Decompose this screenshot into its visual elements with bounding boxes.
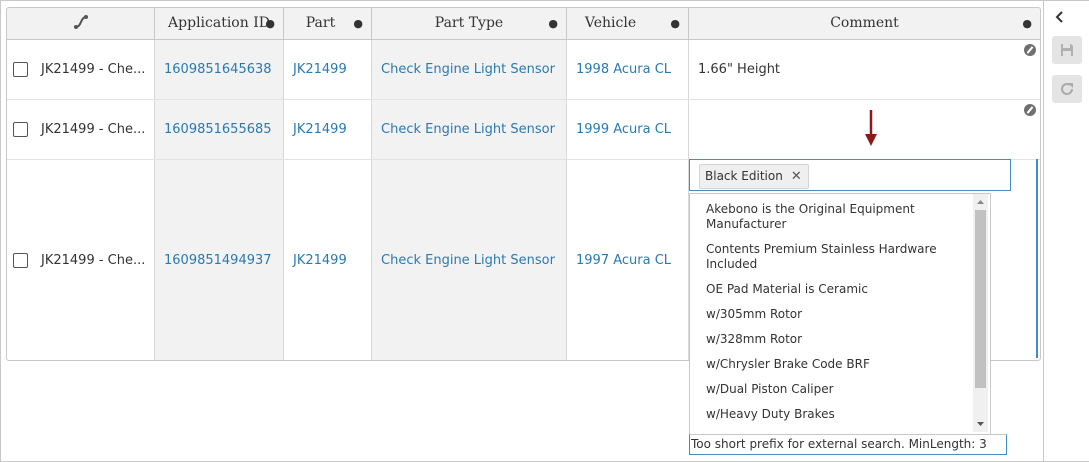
app-frame: Application ID ● Part ● Part Type ● Vehicle… xyxy=(0,0,1089,462)
row-name-cell: JK21499 - Che... xyxy=(7,160,155,360)
row-checkbox[interactable] xyxy=(13,62,28,77)
application-id-link[interactable]: 1609851645638 xyxy=(155,40,284,99)
dropdown-scrollbar[interactable] xyxy=(973,194,988,432)
dropdown-option[interactable]: w/328mm Rotor xyxy=(706,332,956,347)
comment-cell[interactable]: 1.66" Height xyxy=(689,40,1040,99)
chevron-left-icon[interactable] xyxy=(1053,10,1067,24)
header-part[interactable]: Part ● xyxy=(284,8,372,39)
part-link[interactable]: JK21499 xyxy=(284,40,372,99)
dropdown-option[interactable]: Contents Premium Stainless Hardware Incl… xyxy=(706,242,956,272)
vehicle-link[interactable]: 1997 Acura CL xyxy=(567,160,689,360)
dropdown-option[interactable]: OE Pad Material is Ceramic xyxy=(706,282,956,297)
save-button[interactable] xyxy=(1052,36,1082,64)
table-row[interactable]: JK21499 - Che... 1609851645638 JK21499 C… xyxy=(7,40,1040,100)
dropdown-option[interactable]: w/Chrysler Brake Code BRF xyxy=(706,357,956,372)
comment-multiselect-input[interactable]: Black Edition ✕ xyxy=(689,159,1011,191)
side-toolbar xyxy=(1043,1,1089,461)
header-application-id[interactable]: Application ID ● xyxy=(155,8,284,39)
column-menu-icon[interactable]: ● xyxy=(353,8,363,39)
scrollbar-thumb[interactable] xyxy=(975,210,986,388)
dropdown-footer-message: Too short prefix for external search. Mi… xyxy=(689,434,1007,455)
part-type-link[interactable]: Check Engine Light Sensor xyxy=(372,40,567,99)
header-comment[interactable]: Comment ● xyxy=(689,8,1040,39)
dropdown-option[interactable]: w/305mm Rotor xyxy=(706,307,956,322)
column-menu-icon[interactable]: ● xyxy=(670,8,680,39)
comment-cell[interactable] xyxy=(689,100,1040,159)
column-menu-icon[interactable]: ● xyxy=(265,8,275,39)
header-vehicle[interactable]: Vehicle ● xyxy=(567,8,689,39)
comment-text: 1.66" Height xyxy=(698,62,781,77)
scroll-down-icon[interactable] xyxy=(973,418,988,430)
edit-icon[interactable] xyxy=(1024,44,1036,56)
row-name-cell: JK21499 - Che... xyxy=(7,40,155,99)
header-part-type[interactable]: Part Type ● xyxy=(372,8,567,39)
edit-icon[interactable] xyxy=(1024,104,1036,116)
application-id-link[interactable]: 1609851494937 xyxy=(155,160,284,360)
scroll-up-icon[interactable] xyxy=(973,196,988,208)
save-icon xyxy=(1061,44,1073,56)
down-arrow-icon xyxy=(865,110,877,146)
header-select-col[interactable] xyxy=(7,8,155,39)
application-id-link[interactable]: 1609851655685 xyxy=(155,100,284,159)
dropdown-option[interactable]: Akebono is the Original Equipment Manufa… xyxy=(706,202,956,232)
refresh-icon xyxy=(1061,83,1073,95)
refresh-button[interactable] xyxy=(1052,75,1082,103)
grid-header: Application ID ● Part ● Part Type ● Vehicle… xyxy=(7,8,1040,40)
editor-focus-edge xyxy=(1036,159,1038,358)
row-checkbox[interactable] xyxy=(13,252,28,268)
part-link[interactable]: JK21499 xyxy=(284,160,372,360)
remove-tag-icon[interactable]: ✕ xyxy=(791,169,802,184)
row-checkbox[interactable] xyxy=(13,122,28,137)
part-type-link[interactable]: Check Engine Light Sensor xyxy=(372,100,567,159)
part-link[interactable]: JK21499 xyxy=(284,100,372,159)
dropdown-option[interactable]: w/Dual Piston Caliper xyxy=(706,382,956,397)
table-row[interactable]: JK21499 - Che... 1609851655685 JK21499 C… xyxy=(7,100,1040,160)
column-menu-icon[interactable]: ● xyxy=(1022,8,1032,39)
row-name-cell: JK21499 - Che... xyxy=(7,100,155,159)
dropdown-option[interactable]: w/Heavy Duty Brakes xyxy=(706,407,956,422)
vehicle-link[interactable]: 1999 Acura CL xyxy=(567,100,689,159)
phone-link-icon xyxy=(73,14,88,29)
column-menu-icon[interactable]: ● xyxy=(548,8,558,39)
selected-tag: Black Edition ✕ xyxy=(699,164,809,189)
suggestion-dropdown: Akebono is the Original Equipment Manufa… xyxy=(689,193,991,434)
part-type-link[interactable]: Check Engine Light Sensor xyxy=(372,160,567,360)
vehicle-link[interactable]: 1998 Acura CL xyxy=(567,40,689,99)
